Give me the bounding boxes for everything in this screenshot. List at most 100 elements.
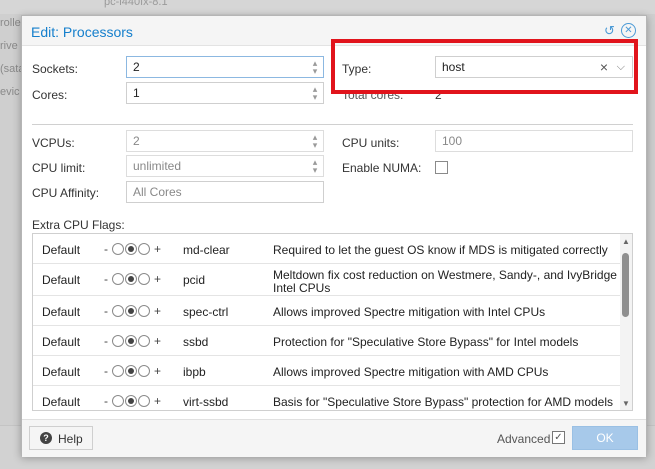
flag-state: Default	[42, 273, 81, 287]
table-row: Default - + spec-ctrl Allows improved Sp…	[33, 296, 621, 326]
type-highlight-annotation	[331, 39, 638, 94]
radio-default[interactable]	[125, 395, 137, 407]
flag-tristate: - +	[104, 242, 164, 256]
radio-off[interactable]	[112, 243, 124, 255]
flag-state: Default	[42, 243, 81, 257]
flag-description: Required to let the guest OS know if MDS…	[273, 243, 608, 257]
flag-description: Meltdown fix cost reduction on Westmere,…	[273, 268, 617, 295]
radio-on[interactable]	[138, 335, 150, 347]
plus-sign: +	[154, 394, 162, 408]
radio-default[interactable]	[125, 273, 137, 285]
flag-description: Protection for "Speculative Store Bypass…	[273, 335, 579, 349]
minus-sign: -	[104, 272, 108, 286]
radio-on[interactable]	[138, 365, 150, 377]
close-icon[interactable]: ✕	[621, 23, 636, 38]
sockets-value: 2	[133, 60, 140, 74]
vcpus-spinner[interactable]: ▴ ▾	[310, 133, 320, 150]
plus-sign: +	[154, 272, 162, 286]
flag-state: Default	[42, 305, 81, 319]
scroll-up-icon[interactable]: ▲	[622, 237, 630, 246]
cpu-limit-value: unlimited	[133, 159, 182, 173]
radio-default[interactable]	[125, 335, 137, 347]
edit-processors-dialog: Edit: Processors ↺ ✕ Sockets: 2 ▴ ▾ Cores…	[21, 15, 647, 457]
enable-numa-checkbox[interactable]	[435, 161, 448, 174]
background-item: evic	[0, 86, 20, 98]
flag-description: Basis for "Speculative Store Bypass" pro…	[273, 395, 614, 409]
radio-off[interactable]	[112, 273, 124, 285]
cpu-limit-label: CPU limit:	[32, 161, 86, 175]
flag-name: spec-ctrl	[183, 305, 229, 319]
vcpus-input[interactable]: 2 ▴ ▾	[126, 130, 324, 152]
cores-value: 1	[133, 86, 140, 100]
flag-name: md-clear	[183, 243, 230, 257]
radio-on[interactable]	[138, 273, 150, 285]
cpu-limit-input[interactable]: unlimited ▴ ▾	[126, 155, 324, 177]
flag-tristate: - +	[104, 304, 164, 318]
background-machine-text: pc-i440fx-8.1	[104, 0, 168, 8]
background-topbar: pc-i440fx-8.1	[0, 0, 655, 14]
cores-label: Cores:	[32, 88, 68, 102]
minus-sign: -	[104, 242, 108, 256]
help-button[interactable]: ? Help	[29, 426, 93, 450]
minus-sign: -	[104, 394, 108, 408]
cpu-units-label: CPU units:	[342, 136, 400, 150]
radio-off[interactable]	[112, 365, 124, 377]
advanced-divider	[32, 124, 633, 125]
radio-default[interactable]	[125, 365, 137, 377]
radio-on[interactable]	[138, 243, 150, 255]
radio-default[interactable]	[125, 243, 137, 255]
plus-sign: +	[154, 242, 162, 256]
radio-on[interactable]	[138, 395, 150, 407]
plus-sign: +	[154, 364, 162, 378]
cores-input[interactable]: 1 ▴ ▾	[126, 82, 324, 104]
radio-off[interactable]	[112, 335, 124, 347]
radio-default[interactable]	[125, 305, 137, 317]
sockets-input[interactable]: 2 ▴ ▾	[126, 56, 324, 78]
vcpus-label: VCPUs:	[32, 136, 75, 150]
plus-sign: +	[154, 334, 162, 348]
vcpus-value: 2	[133, 134, 140, 148]
flag-state: Default	[42, 365, 81, 379]
flag-state: Default	[42, 395, 81, 409]
reset-icon[interactable]: ↺	[602, 23, 617, 38]
table-row: Default - + md-clear Required to let the…	[33, 234, 621, 264]
minus-sign: -	[104, 304, 108, 318]
cpu-units-input[interactable]: 100	[435, 130, 633, 152]
scroll-down-icon[interactable]: ▼	[622, 399, 630, 408]
flag-tristate: - +	[104, 334, 164, 348]
advanced-checkbox[interactable]: ✓	[552, 431, 565, 444]
ok-button[interactable]: OK	[572, 426, 638, 450]
dialog-title: Edit: Processors	[31, 24, 133, 40]
background-item: rolle	[0, 17, 21, 29]
flag-name: ibpb	[183, 365, 206, 379]
minus-sign: -	[104, 364, 108, 378]
cpu-units-value: 100	[442, 134, 463, 148]
cpu-limit-spinner[interactable]: ▴ ▾	[310, 158, 320, 175]
flag-name: virt-ssbd	[183, 395, 229, 409]
flag-description: Allows improved Spectre mitigation with …	[273, 305, 546, 319]
radio-on[interactable]	[138, 305, 150, 317]
background-item: rive	[0, 40, 18, 52]
flag-state: Default	[42, 335, 81, 349]
radio-off[interactable]	[112, 395, 124, 407]
cpu-affinity-placeholder: All Cores	[133, 185, 182, 199]
help-icon: ?	[40, 432, 52, 444]
scrollbar-thumb[interactable]	[622, 253, 629, 317]
advanced-label: Advanced	[497, 432, 551, 446]
flag-name: ssbd	[183, 335, 209, 349]
table-row: Default - + pcid Meltdown fix cost reduc…	[33, 264, 621, 296]
flag-description: Allows improved Spectre mitigation with …	[273, 365, 549, 379]
dialog-footer: ? Help Advanced ✓ OK	[22, 419, 646, 457]
grid-scrollbar[interactable]: ▲ ▼	[620, 234, 632, 410]
sockets-spinner[interactable]: ▴ ▾	[310, 59, 320, 76]
plus-sign: +	[154, 304, 162, 318]
cores-spinner[interactable]: ▴ ▾	[310, 85, 320, 102]
sockets-label: Sockets:	[32, 62, 79, 76]
cpu-affinity-input[interactable]: All Cores	[126, 181, 324, 203]
radio-off[interactable]	[112, 305, 124, 317]
flag-name: pcid	[183, 273, 206, 287]
cpu-flags-grid: Default - + md-clear Required to let the…	[32, 233, 633, 411]
flag-tristate: - +	[104, 364, 164, 378]
flag-tristate: - +	[104, 394, 164, 408]
table-row: Default - + ssbd Protection for "Specula…	[33, 326, 621, 356]
